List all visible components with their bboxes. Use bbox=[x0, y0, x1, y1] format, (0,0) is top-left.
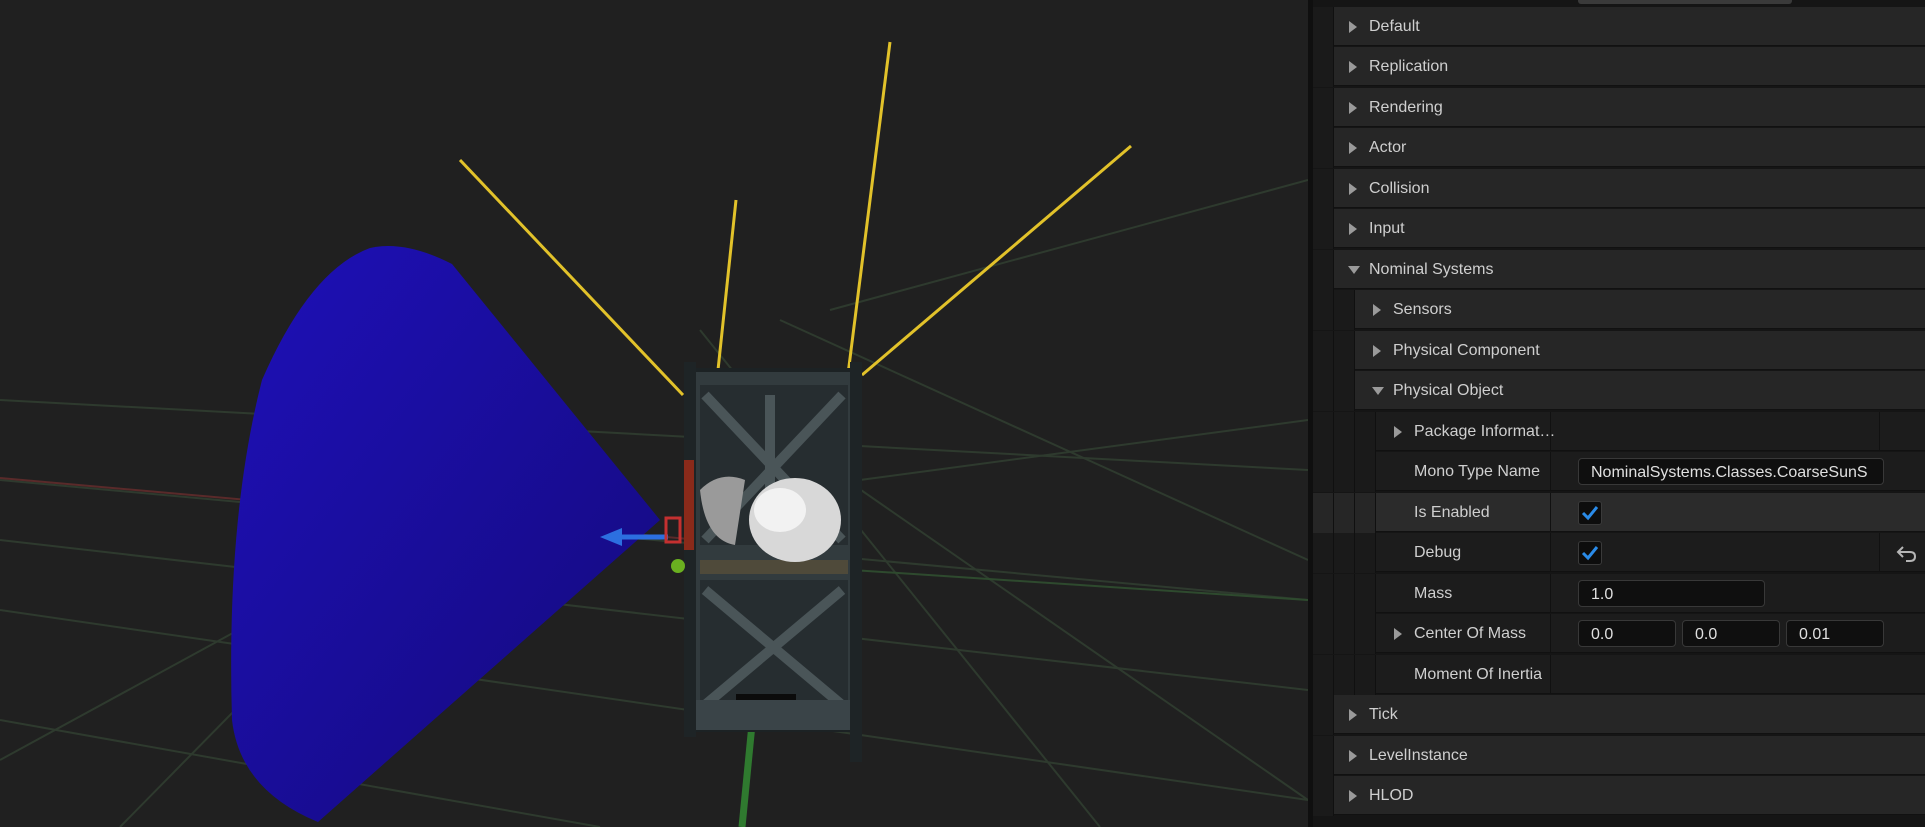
subcategory-physical-component[interactable]: Physical Component bbox=[1313, 331, 1925, 371]
property-moment-of-inertia[interactable]: Moment Of Inertia bbox=[1313, 655, 1925, 695]
debug-checkbox[interactable] bbox=[1578, 541, 1602, 565]
category-rendering[interactable]: Rendering bbox=[1313, 88, 1925, 128]
center-of-mass-x-field[interactable]: 0.0 bbox=[1578, 620, 1676, 647]
category-label: Tick bbox=[1369, 706, 1398, 723]
mass-field[interactable]: 1.0 bbox=[1578, 580, 1765, 607]
category-default[interactable]: Default bbox=[1313, 7, 1925, 47]
center-of-mass-y-field[interactable]: 0.0 bbox=[1682, 620, 1780, 647]
property-label: Is Enabled bbox=[1414, 504, 1490, 521]
property-label: Center Of Mass bbox=[1414, 625, 1527, 642]
expand-arrow-icon[interactable] bbox=[1349, 142, 1357, 154]
property-center-of-mass: Center Of Mass 0.0 0.0 0.01 bbox=[1313, 614, 1925, 654]
sensor-fov-cone bbox=[231, 246, 660, 822]
property-is-enabled: Is Enabled bbox=[1313, 493, 1925, 533]
subcategory-sensors[interactable]: Sensors bbox=[1313, 290, 1925, 330]
category-label: Collision bbox=[1369, 180, 1430, 197]
property-label: Mass bbox=[1414, 585, 1453, 602]
expand-arrow-icon[interactable] bbox=[1373, 304, 1381, 316]
category-label: LevelInstance bbox=[1369, 747, 1468, 764]
search-field-edge[interactable] bbox=[1578, 0, 1792, 4]
category-actor[interactable]: Actor bbox=[1313, 128, 1925, 168]
expand-arrow-icon[interactable] bbox=[1349, 223, 1357, 235]
property-mass: Mass 1.0 bbox=[1313, 574, 1925, 614]
subcategory-label: Sensors bbox=[1393, 301, 1452, 318]
category-hlod[interactable]: HLOD bbox=[1313, 776, 1925, 816]
property-label: Moment Of Inertia bbox=[1414, 666, 1543, 683]
category-collision[interactable]: Collision bbox=[1313, 169, 1925, 209]
details-panel: Default Replication Rendering Actor Coll… bbox=[1313, 0, 1925, 827]
property-package-information[interactable]: Package Informat… bbox=[1313, 412, 1925, 452]
expand-arrow-icon[interactable] bbox=[1349, 21, 1357, 33]
category-nominal-systems[interactable]: Nominal Systems bbox=[1313, 250, 1925, 290]
subcategory-physical-object[interactable]: Physical Object bbox=[1313, 371, 1925, 411]
subcategory-label: Physical Component bbox=[1393, 342, 1540, 359]
expand-arrow-icon[interactable] bbox=[1349, 790, 1357, 802]
expand-arrow-icon[interactable] bbox=[1349, 183, 1357, 195]
category-label: HLOD bbox=[1369, 787, 1414, 804]
category-tick[interactable]: Tick bbox=[1313, 695, 1925, 735]
property-label: Package Informat… bbox=[1414, 423, 1556, 440]
category-label: Actor bbox=[1369, 139, 1407, 156]
ground-grid bbox=[0, 179, 1308, 827]
expand-arrow-icon[interactable] bbox=[1349, 709, 1357, 721]
mono-type-name-field[interactable]: NominalSystems.Classes.CoarseSunS bbox=[1578, 458, 1884, 485]
category-label: Replication bbox=[1369, 58, 1449, 75]
category-label: Nominal Systems bbox=[1369, 261, 1494, 278]
expand-arrow-icon[interactable] bbox=[1349, 750, 1357, 762]
checkmark-icon bbox=[1581, 506, 1599, 521]
expand-arrow-icon[interactable] bbox=[1349, 61, 1357, 73]
property-label: Mono Type Name bbox=[1414, 463, 1540, 480]
category-label: Input bbox=[1369, 220, 1405, 237]
center-of-mass-z-field[interactable]: 0.01 bbox=[1786, 620, 1884, 647]
expand-arrow-icon[interactable] bbox=[1394, 426, 1402, 438]
category-label: Default bbox=[1369, 18, 1420, 35]
viewport-scene[interactable] bbox=[0, 0, 1308, 827]
cubesat-model bbox=[684, 362, 862, 762]
category-replication[interactable]: Replication bbox=[1313, 47, 1925, 87]
property-label: Debug bbox=[1414, 544, 1462, 561]
property-mono-type-name: Mono Type Name NominalSystems.Classes.Co… bbox=[1313, 452, 1925, 492]
collapse-arrow-icon[interactable] bbox=[1348, 266, 1360, 274]
sensor-rays bbox=[458, 41, 1132, 397]
is-enabled-checkbox[interactable] bbox=[1578, 501, 1602, 525]
reset-to-default-icon[interactable] bbox=[1896, 543, 1918, 563]
expand-arrow-icon[interactable] bbox=[1349, 102, 1357, 114]
expand-arrow-icon[interactable] bbox=[1394, 628, 1402, 640]
checkmark-icon bbox=[1581, 546, 1599, 561]
property-debug: Debug bbox=[1313, 533, 1925, 573]
level-viewport[interactable] bbox=[0, 0, 1308, 827]
category-label: Rendering bbox=[1369, 99, 1443, 116]
subcategory-label: Physical Object bbox=[1393, 382, 1504, 399]
expand-arrow-icon[interactable] bbox=[1373, 345, 1381, 357]
category-levelinstance[interactable]: LevelInstance bbox=[1313, 736, 1925, 776]
category-input[interactable]: Input bbox=[1313, 209, 1925, 249]
collapse-arrow-icon[interactable] bbox=[1372, 387, 1384, 395]
